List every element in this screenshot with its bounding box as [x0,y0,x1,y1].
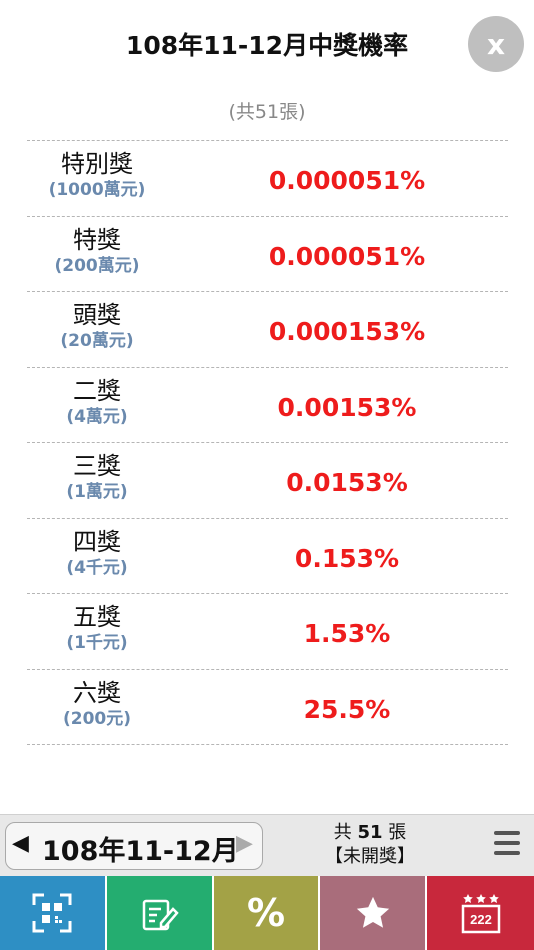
prize-name: 二獎 [73,376,121,405]
prize-cell: 二獎 (4萬元) [27,376,167,428]
prize-name: 五獎 [73,603,121,631]
prize-amount: (200萬元) [54,255,140,276]
qr-scan-icon [32,893,72,933]
ticket-prefix: 共 [333,822,352,843]
percent-icon: % [246,891,286,935]
period-selector[interactable]: ◀ 108年11-12月 ▶ [5,822,263,870]
header: 108年11-12月中獎機率 x [0,0,534,90]
table-row: 特獎 (200萬元) 0.000051% [27,217,508,292]
tab-favorites[interactable] [320,876,428,950]
prize-amount: (20萬元) [60,331,134,351]
probability-value: 1.53% [303,619,391,648]
prize-cell: 特獎 (200萬元) [27,225,167,277]
prize-cell: 三獎 (1萬元) [27,451,167,503]
table-row: 五獎 (1千元) 1.53% [27,594,508,670]
tab-lottery[interactable]: 222 [427,876,534,950]
table-row: 二獎 (4萬元) 0.00153% [27,368,508,443]
probability-value: 0.0153% [286,468,408,497]
probability-value: 0.000051% [268,241,426,271]
edit-note-icon [142,899,179,931]
star-icon [356,896,389,928]
ticket-total: (共51張) [228,101,306,123]
prize-cell: 六獎 (200元) [27,678,167,730]
prize-amount: (200元) [62,708,132,729]
probability-value: 0.000051% [268,166,426,195]
prize-name: 特別獎 [61,150,133,178]
probability-table: 特別獎 (1000萬元) 0.000051% 特獎 (200萬元) 0.0000… [27,140,508,745]
menu-icon[interactable] [494,831,520,859]
prize-cell: 頭獎 (20萬元) [27,300,167,352]
tab-edit-note[interactable] [106,876,214,950]
ticket-count: 51 [357,822,383,843]
next-period-icon[interactable]: ▶ [236,831,253,856]
lottery-222-icon: 222 [461,894,500,934]
prev-period-icon[interactable]: ◀ [12,831,29,856]
bottom-bar: ◀ 108年11-12月 ▶ 共 51 張 【未開獎】 [0,814,534,876]
table-row: 頭獎 (20萬元) 0.000153% [27,292,508,368]
prize-cell: 特別獎 (1000萬元) [27,149,167,201]
prize-name: 六獎 [73,678,121,707]
table-row: 特別獎 (1000萬元) 0.000051% [27,141,508,217]
prize-cell: 五獎 (1千元) [27,602,167,654]
close-button[interactable]: x [468,16,524,72]
prize-name: 三獎 [73,452,121,480]
ticket-status: 共 51 張 【未開獎】 [300,821,440,869]
tab-probability[interactable]: % [213,876,321,950]
lottery-label: 222 [470,912,492,927]
prize-cell: 四獎 (4千元) [27,527,167,579]
draw-status: 【未開獎】 [325,846,415,867]
prize-name: 四獎 [73,527,121,556]
ticket-count-line: 共 51 張 [300,821,440,845]
prize-amount: (1萬元) [66,482,128,502]
prize-amount: (4千元) [66,557,128,578]
prize-name: 特獎 [73,225,121,254]
page-title: 108年11-12月中獎機率 [125,31,409,60]
ticket-suffix: 張 [388,822,407,843]
probability-value: 0.153% [294,543,400,573]
probability-value: 0.00153% [277,392,417,422]
table-row: 三獎 (1萬元) 0.0153% [27,443,508,519]
prize-amount: (4萬元) [66,406,128,427]
tab-qr-scan[interactable] [0,876,107,950]
prize-amount: (1000萬元) [48,180,146,200]
table-row: 四獎 (4千元) 0.153% [27,519,508,594]
prize-amount: (1千元) [66,633,128,653]
table-row: 六獎 (200元) 25.5% [27,670,508,745]
probability-value: 0.000153% [268,317,426,346]
probability-value: 25.5% [303,694,391,724]
period-label: 108年11-12月 [42,836,239,867]
prize-name: 頭獎 [73,301,121,329]
tab-bar: % 222 [0,876,534,950]
